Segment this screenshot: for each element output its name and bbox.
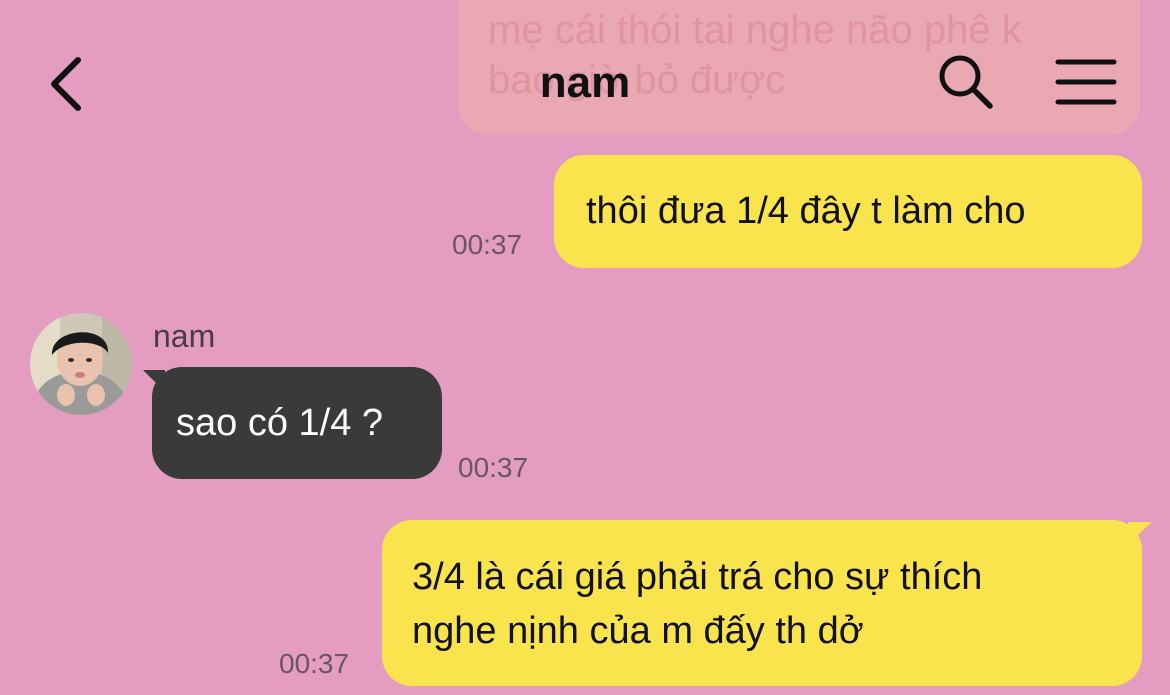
menu-icon: [1055, 59, 1117, 105]
avatar-photo: [30, 313, 132, 415]
outgoing-message-bubble[interactable]: 3/4 là cái giá phải trá cho sự thích ngh…: [382, 520, 1142, 686]
sender-name: nam: [153, 318, 216, 354]
message-text: thôi đưa 1/4 đây t làm cho: [586, 190, 1026, 232]
message-text: sao có 1/4 ?: [176, 402, 384, 444]
outgoing-message-bubble[interactable]: thôi đưa 1/4 đây t làm cho: [554, 155, 1142, 268]
message-timestamp: 00:37: [458, 452, 529, 483]
avatar[interactable]: [30, 313, 132, 415]
message-text-line-1: 3/4 là cái giá phải trá cho sự thích: [412, 556, 983, 598]
chat-header: nam: [0, 40, 1170, 130]
incoming-message-bubble[interactable]: sao có 1/4 ?: [152, 367, 442, 479]
message-timestamp: 00:37: [452, 229, 523, 260]
search-icon: [939, 55, 993, 109]
search-button[interactable]: [936, 52, 996, 112]
message-text-line-2: nghe nịnh của m đấy th dở: [412, 610, 864, 652]
menu-button[interactable]: [1052, 54, 1120, 110]
message-timestamp: 00:37: [279, 648, 350, 679]
